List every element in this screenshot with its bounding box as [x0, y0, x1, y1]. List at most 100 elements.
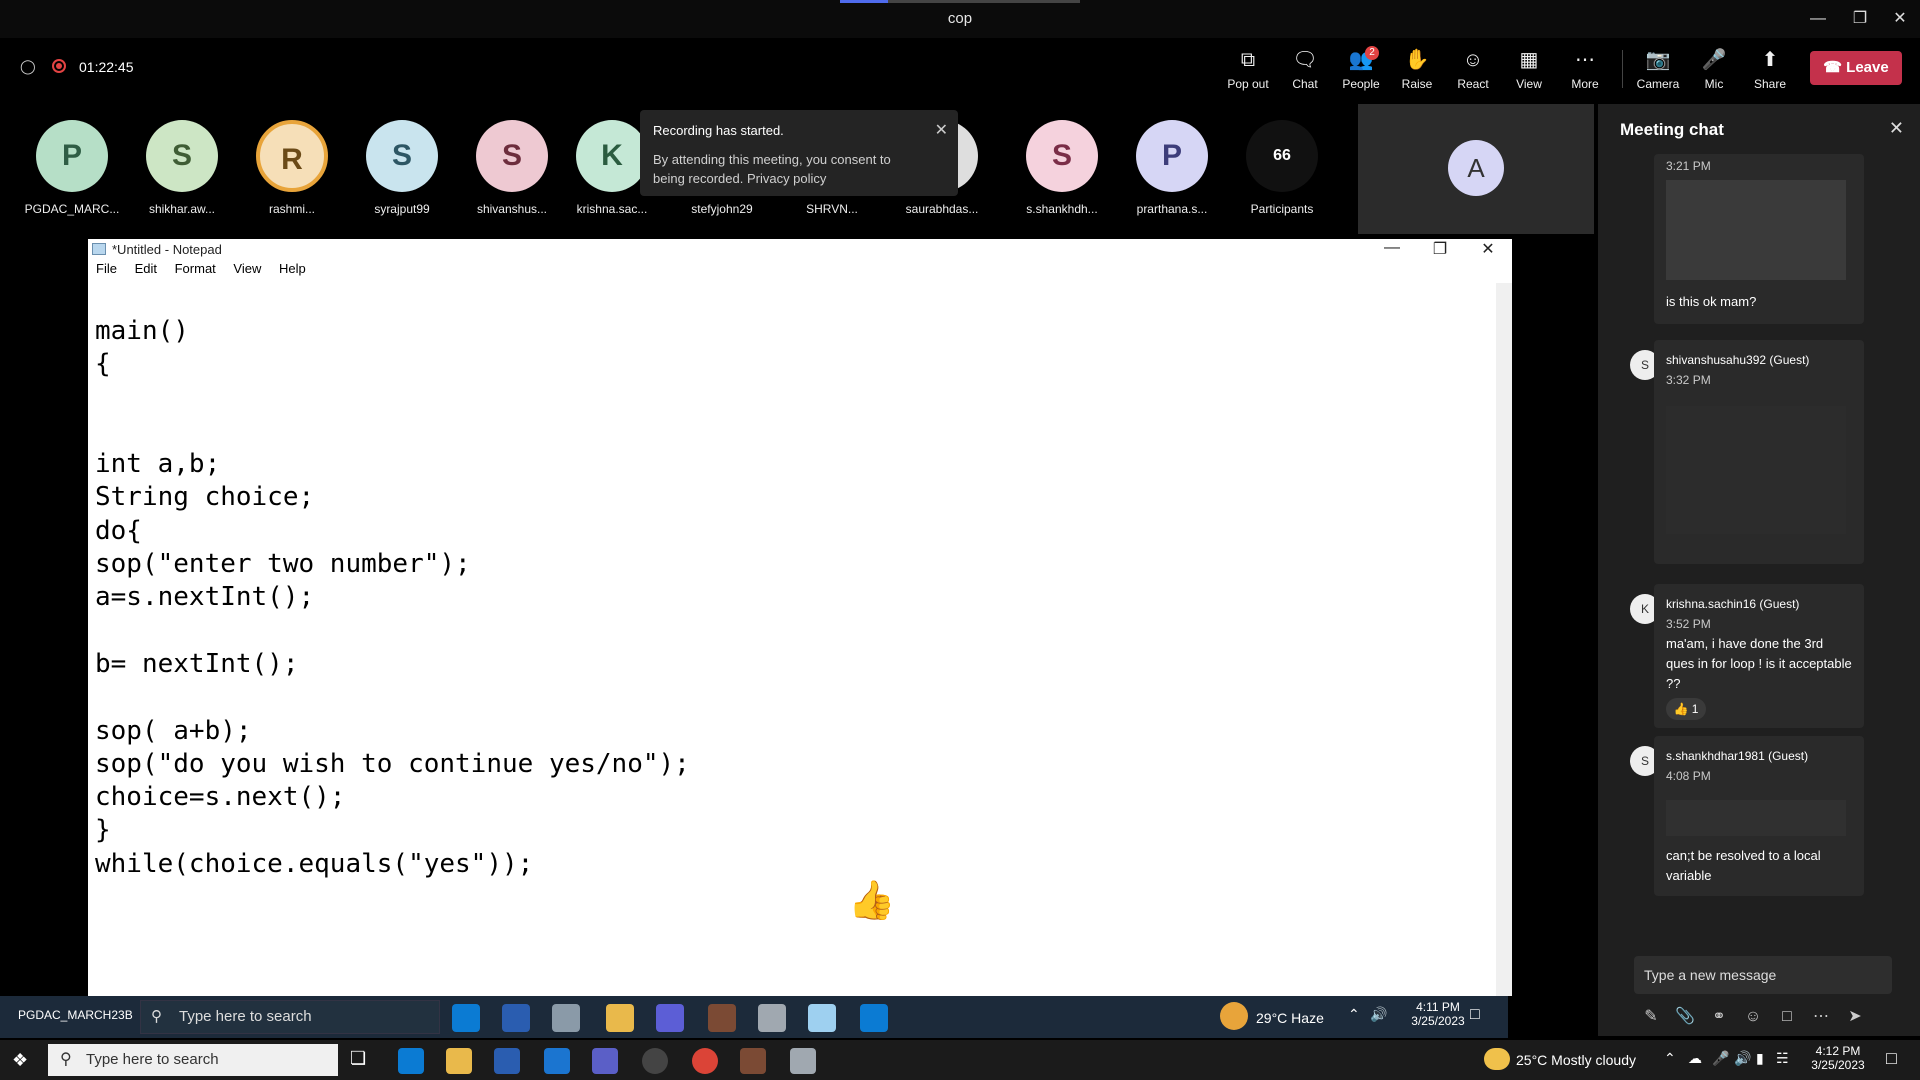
- participant-name: saurabhdas...: [905, 202, 979, 216]
- chat-message[interactable]: s.shankhdhar1981 (Guest) 4:08 PM can;t b…: [1654, 736, 1864, 896]
- participant-tile[interactable]: Sshikhar.aw...: [127, 120, 237, 216]
- app-icon[interactable]: [740, 1048, 766, 1074]
- restore-button[interactable]: ❐: [1846, 6, 1874, 32]
- self-avatar: A: [1448, 140, 1504, 196]
- wifi-icon[interactable]: ☵: [1776, 1050, 1789, 1067]
- task-view-icon[interactable]: ❏: [350, 1048, 366, 1069]
- message-text: ma'am, i have done the 3rd ques in for l…: [1666, 636, 1852, 691]
- chat-button[interactable]: 🗨 Chat: [1279, 48, 1331, 91]
- mail-icon[interactable]: [544, 1048, 570, 1074]
- volume-icon[interactable]: 🔊: [1734, 1050, 1751, 1067]
- participant-name: shivanshus...: [476, 202, 548, 216]
- chat-message[interactable]: 3:21 PM is this ok mam?: [1654, 154, 1864, 324]
- emoji-icon[interactable]: ☺: [1736, 1008, 1770, 1026]
- battery-icon[interactable]: ▮: [1756, 1050, 1764, 1067]
- remote-search-box[interactable]: ⚲ Type here to search: [140, 1000, 440, 1034]
- app-icon[interactable]: [758, 1004, 786, 1032]
- more-options-icon[interactable]: ⋯: [1804, 1006, 1838, 1026]
- close-window-button[interactable]: ✕: [1886, 6, 1914, 32]
- share-button[interactable]: ⬆ Share: [1744, 48, 1796, 91]
- camera-button[interactable]: 📷 Camera: [1632, 48, 1684, 91]
- action-center-icon[interactable]: □: [1886, 1048, 1897, 1069]
- participant-name: prarthana.s...: [1136, 202, 1208, 216]
- loop-icon[interactable]: ⚭: [1702, 1006, 1736, 1026]
- window-title-bar: cop — ❐ ✕: [0, 0, 1920, 38]
- share-label: Share: [1753, 77, 1787, 91]
- mic-tray-icon[interactable]: 🎤: [1712, 1050, 1729, 1067]
- edge-icon[interactable]: [860, 1004, 888, 1032]
- people-button[interactable]: 👥 2 People: [1335, 46, 1387, 91]
- menu-edit[interactable]: Edit: [135, 261, 157, 276]
- taskbar-clock[interactable]: 4:12 PM 3/25/2023: [1794, 1044, 1882, 1072]
- notepad-maximize-button[interactable]: ❐: [1420, 239, 1460, 259]
- screenshot-thumbnail[interactable]: [1666, 406, 1846, 534]
- app-icon[interactable]: [642, 1048, 668, 1074]
- avatar: P: [1136, 120, 1208, 192]
- app-icon[interactable]: [552, 1004, 580, 1032]
- attach-icon[interactable]: 📎: [1668, 1006, 1702, 1026]
- self-video-tile: A: [1358, 104, 1594, 234]
- participant-tile[interactable]: Ss.shankhdh...: [1007, 120, 1117, 216]
- volume-icon[interactable]: 🔊: [1370, 1006, 1387, 1023]
- chrome-icon[interactable]: [692, 1048, 718, 1074]
- mic-off-icon: 🎤: [1701, 49, 1727, 71]
- mic-button[interactable]: 🎤 Mic: [1688, 48, 1740, 91]
- react-button[interactable]: ☺ React: [1447, 48, 1499, 91]
- app-icon[interactable]: [708, 1004, 736, 1032]
- share-icon: ⬆: [1761, 49, 1779, 71]
- chat-message-input[interactable]: Type a new message: [1634, 956, 1892, 994]
- edge-icon[interactable]: [398, 1048, 424, 1074]
- app-icon[interactable]: [656, 1004, 684, 1032]
- notepad-taskbar-icon[interactable]: [808, 1004, 836, 1032]
- folder-icon[interactable]: [606, 1004, 634, 1032]
- notepad-scrollbar[interactable]: [1496, 283, 1512, 996]
- teams-icon[interactable]: [592, 1048, 618, 1074]
- notepad-close-button[interactable]: ✕: [1468, 239, 1508, 259]
- windows-start-icon[interactable]: ❖: [12, 1050, 28, 1071]
- edge-icon[interactable]: [452, 1004, 480, 1032]
- app-icon[interactable]: [790, 1048, 816, 1074]
- participant-name: s.shankhdh...: [1026, 202, 1098, 216]
- close-chat-icon[interactable]: ✕: [1889, 118, 1904, 139]
- view-button[interactable]: ▦ View: [1503, 48, 1555, 91]
- onedrive-icon[interactable]: ☁: [1688, 1050, 1702, 1067]
- participant-tile[interactable]: Rrashmi...: [237, 120, 347, 216]
- remote-user-label: PGDAC_MARCH23B: [18, 1008, 133, 1022]
- leave-button[interactable]: ☎ Leave: [1810, 51, 1902, 85]
- format-icon[interactable]: ✎: [1634, 1006, 1668, 1026]
- reaction-chip[interactable]: 👍 1: [1666, 698, 1706, 720]
- screenshot-thumbnail[interactable]: [1666, 180, 1846, 280]
- notification-icon[interactable]: □: [1470, 1006, 1480, 1024]
- taskbar-search-text: Type here to search: [86, 1051, 219, 1068]
- chat-message[interactable]: shivanshusahu392 (Guest) 3:32 PM: [1654, 340, 1864, 564]
- smiley-icon: ☺: [1462, 49, 1484, 71]
- taskbar-search-box[interactable]: ⚲ Type here to search: [48, 1044, 338, 1076]
- gif-icon[interactable]: □: [1770, 1008, 1804, 1026]
- participant-tile[interactable]: Pprarthana.s...: [1117, 120, 1227, 216]
- menu-file[interactable]: File: [96, 261, 117, 276]
- thumbs-up-reaction-icon: 👍: [848, 880, 896, 922]
- participant-tile[interactable]: Ssyrajput99: [347, 120, 457, 216]
- participant-name: SHRVN...: [806, 202, 858, 216]
- participant-tile[interactable]: Sshivanshus...: [457, 120, 567, 216]
- store-icon[interactable]: [494, 1048, 520, 1074]
- toast-close-icon[interactable]: ✕: [935, 120, 948, 140]
- send-icon[interactable]: ➤: [1838, 1006, 1872, 1026]
- notepad-minimize-button[interactable]: —: [1372, 239, 1412, 259]
- chat-message[interactable]: krishna.sachin16 (Guest) 3:52 PM ma'am, …: [1654, 584, 1864, 728]
- raise-button[interactable]: ✋ Raise: [1391, 48, 1443, 91]
- minimize-button[interactable]: —: [1804, 6, 1832, 32]
- folder-icon[interactable]: [446, 1048, 472, 1074]
- menu-view[interactable]: View: [233, 261, 261, 276]
- more-button[interactable]: ⋯ More: [1559, 48, 1611, 91]
- store-icon[interactable]: [502, 1004, 530, 1032]
- tray-chevron-icon[interactable]: ⌃: [1664, 1050, 1676, 1067]
- notepad-text-area[interactable]: main() { int a,b; String choice; do{ sop…: [95, 315, 690, 881]
- tray-chevron-icon[interactable]: ⌃: [1348, 1006, 1360, 1023]
- menu-help[interactable]: Help: [279, 261, 306, 276]
- participant-tile[interactable]: P PGDAC_MARC...: [17, 120, 127, 216]
- pop-out-button[interactable]: ⧉ Pop out: [1222, 48, 1274, 91]
- menu-format[interactable]: Format: [175, 261, 216, 276]
- screenshot-thumbnail[interactable]: [1666, 800, 1846, 836]
- participants-count-tile[interactable]: 66 Participants: [1227, 120, 1337, 216]
